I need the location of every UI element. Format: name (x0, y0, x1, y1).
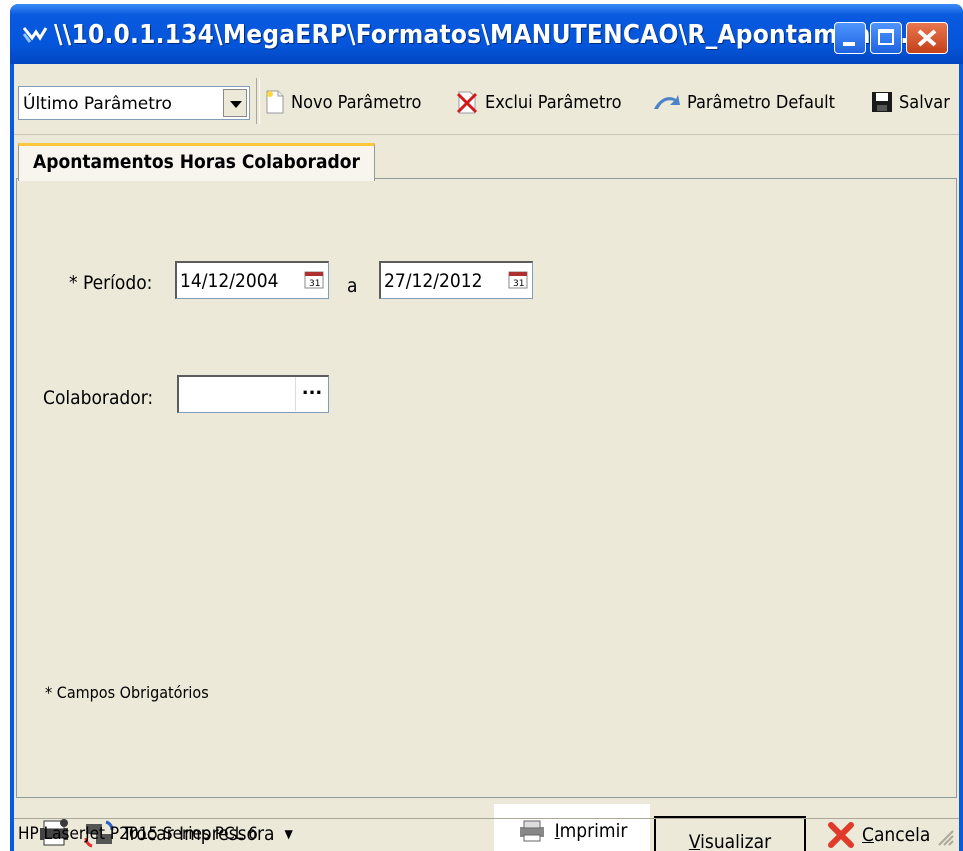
colaborador-label: Colaborador: (43, 387, 154, 409)
title-bar[interactable]: \\10.0.1.134\MegaERP\Formatos\MANUTENCAO… (10, 4, 963, 64)
default-parameter-button[interactable]: Parâmetro Default (652, 86, 835, 118)
chevron-down-icon[interactable] (223, 89, 247, 117)
svg-text:31: 31 (513, 279, 524, 289)
tab-panel: * Período: 14/12/2004 31 a 27/12/2012 31… (16, 178, 957, 798)
calendar-icon[interactable]: 31 (507, 270, 529, 290)
delete-parameter-button[interactable]: Exclui Parâmetro (454, 86, 622, 118)
date-to-field[interactable]: 27/12/2012 31 (379, 261, 533, 299)
new-document-icon (266, 90, 284, 114)
default-parameter-label: Parâmetro Default (687, 91, 836, 113)
save-icon (872, 92, 892, 112)
required-fields-note: * Campos Obrigatórios (45, 683, 209, 702)
status-bar: HP LaserJet P2015 Series PCL 6 (14, 818, 959, 851)
new-parameter-label: Novo Parâmetro (291, 91, 422, 113)
maximize-button[interactable] (870, 22, 902, 54)
minimize-button[interactable] (834, 22, 866, 54)
period-separator: a (347, 275, 358, 297)
app-icon (22, 27, 48, 43)
resize-grip-icon[interactable] (933, 825, 955, 847)
date-from-value: 14/12/2004 (180, 270, 279, 292)
tab-apontamentos[interactable]: Apontamentos Horas Colaborador (18, 143, 375, 181)
save-label: Salvar (899, 91, 950, 113)
date-from-field[interactable]: 14/12/2004 31 (175, 261, 329, 299)
delete-parameter-label: Exclui Parâmetro (485, 91, 622, 113)
colaborador-field[interactable]: ... (177, 375, 329, 413)
close-icon (917, 29, 937, 47)
svg-text:31: 31 (309, 279, 320, 289)
default-arrow-icon (654, 95, 680, 109)
app-window: \\10.0.1.134\MegaERP\Formatos\MANUTENCAO… (10, 4, 963, 851)
date-to-value: 27/12/2012 (384, 270, 483, 292)
client-area: Último Parâmetro Novo Parâmetro Exclui P… (14, 64, 959, 851)
parameter-select-value: Último Parâmetro (23, 94, 172, 114)
save-button[interactable]: Salvar (870, 86, 950, 118)
delete-document-icon (456, 91, 478, 114)
calendar-icon[interactable]: 31 (303, 270, 325, 290)
close-button[interactable] (906, 22, 948, 54)
new-parameter-button[interactable]: Novo Parâmetro (264, 86, 421, 118)
lookup-button[interactable]: ... (295, 377, 328, 411)
parameter-select[interactable]: Último Parâmetro (18, 86, 250, 120)
toolbar: Último Parâmetro Novo Parâmetro Exclui P… (14, 64, 959, 135)
periodo-label: * Período: (69, 272, 153, 294)
printer-status-text: HP LaserJet P2015 Series PCL 6 (18, 824, 258, 844)
window-title: \\10.0.1.134\MegaERP\Formatos\MANUTENCAO… (54, 20, 910, 50)
toolbar-separator (256, 78, 260, 124)
